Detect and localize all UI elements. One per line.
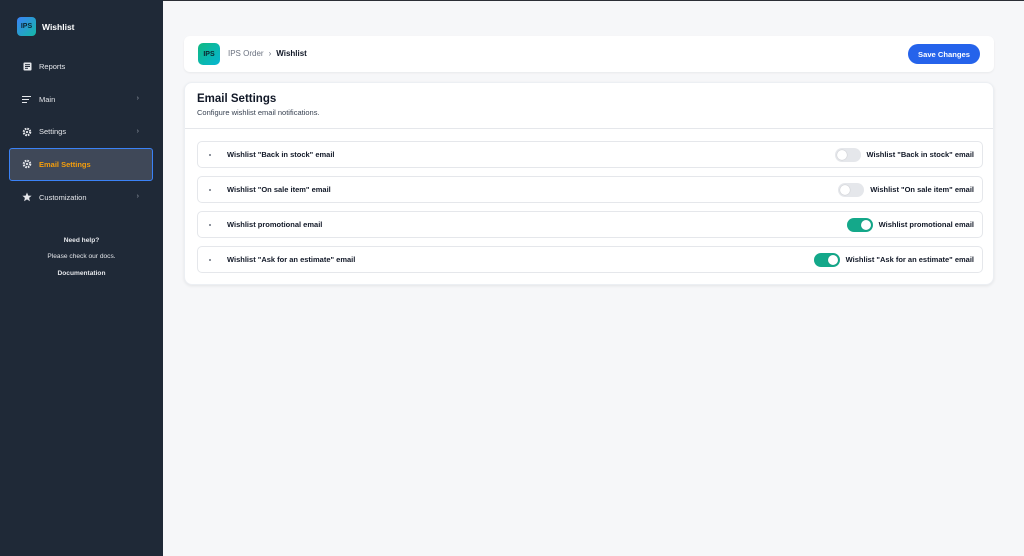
setting-label: Wishlist "On sale item" email xyxy=(227,185,331,194)
toggle-knob xyxy=(840,184,851,195)
breadcrumb-parent[interactable]: IPS Order xyxy=(228,49,264,58)
setting-label: Wishlist promotional email xyxy=(227,220,323,229)
brand-logo: IPS xyxy=(17,17,36,36)
sidebar-item-label: Customization xyxy=(39,192,87,202)
toggle-switch[interactable] xyxy=(846,217,873,232)
sidebar: IPS Wishlist Reports Main › Settings › E… xyxy=(0,0,163,556)
toggle-knob xyxy=(827,254,838,265)
sidebar-item-label: Settings xyxy=(39,127,67,137)
bullet-icon xyxy=(209,224,211,226)
app-logo: IPS xyxy=(198,43,220,65)
help-section: Need help? Please check our docs. Docume… xyxy=(0,237,163,277)
reports-icon xyxy=(22,61,32,71)
section-subtitle: Configure wishlist email notifications. xyxy=(197,108,320,117)
toggle-group: Wishlist "Ask for an estimate" email xyxy=(813,252,974,267)
sidebar-nav: Reports Main › Settings › Email Settings xyxy=(0,50,163,213)
section-title: Email Settings xyxy=(197,93,277,105)
list-icon xyxy=(22,94,32,104)
toggle-label[interactable]: Wishlist "Ask for an estimate" email xyxy=(846,255,974,264)
sidebar-item-label: Reports xyxy=(39,61,66,71)
bullet-icon xyxy=(209,189,211,191)
sidebar-item-reports[interactable]: Reports xyxy=(0,50,163,83)
star-icon xyxy=(22,192,32,202)
toggle-switch[interactable] xyxy=(834,147,861,162)
toggle-knob xyxy=(836,149,847,160)
breadcrumb: IPS Order › Wishlist xyxy=(228,49,307,58)
email-setting-row: Wishlist "Back in stock" email Wishlist … xyxy=(197,141,983,168)
sidebar-item-label: Main xyxy=(39,94,56,104)
toggle-group: Wishlist "On sale item" email xyxy=(838,182,974,197)
chevron-right-icon: › xyxy=(136,95,139,103)
toggle-label[interactable]: Wishlist "On sale item" email xyxy=(870,185,974,194)
sidebar-item-main[interactable]: Main › xyxy=(0,83,163,116)
email-setting-row: Wishlist "Ask for an estimate" email Wis… xyxy=(197,246,983,273)
breadcrumb-separator: › xyxy=(268,49,272,58)
gear-icon xyxy=(22,127,32,137)
brand[interactable]: IPS Wishlist xyxy=(17,17,75,36)
bullet-icon xyxy=(209,259,211,261)
divider xyxy=(185,128,993,129)
help-title: Need help? xyxy=(63,237,100,244)
breadcrumb-current: Wishlist xyxy=(276,49,307,58)
toggle-group: Wishlist "Back in stock" email xyxy=(834,147,975,162)
documentation-link[interactable]: Documentation xyxy=(0,270,163,277)
save-changes-button[interactable]: Save Changes xyxy=(908,44,980,64)
toggle-switch[interactable] xyxy=(838,182,865,197)
setting-label: Wishlist "Ask for an estimate" email xyxy=(227,255,356,264)
toggle-label[interactable]: Wishlist "Back in stock" email xyxy=(867,150,975,159)
help-text: Please check our docs. xyxy=(47,253,116,260)
top-border xyxy=(163,0,1024,1)
setting-label: Wishlist "Back in stock" email xyxy=(227,150,335,159)
toggle-knob xyxy=(860,219,871,230)
email-settings-card: Email Settings Configure wishlist email … xyxy=(184,82,994,285)
page-header: IPS IPS Order › Wishlist Save Changes xyxy=(184,36,994,72)
toggle-switch[interactable] xyxy=(813,252,840,267)
toggle-group: Wishlist promotional email xyxy=(846,217,974,232)
bullet-icon xyxy=(209,154,211,156)
gear-icon xyxy=(22,159,32,169)
sidebar-item-customization[interactable]: Customization › xyxy=(0,181,163,214)
toggle-label[interactable]: Wishlist promotional email xyxy=(879,220,974,229)
sidebar-item-email-settings[interactable]: Email Settings xyxy=(9,148,153,181)
email-setting-row: Wishlist promotional email Wishlist prom… xyxy=(197,211,983,238)
chevron-right-icon: › xyxy=(136,127,139,135)
chevron-right-icon: › xyxy=(136,193,139,201)
brand-name: Wishlist xyxy=(42,21,75,32)
email-setting-row: Wishlist "On sale item" email Wishlist "… xyxy=(197,176,983,203)
sidebar-item-label: Email Settings xyxy=(39,159,91,169)
sidebar-item-settings[interactable]: Settings › xyxy=(0,115,163,148)
